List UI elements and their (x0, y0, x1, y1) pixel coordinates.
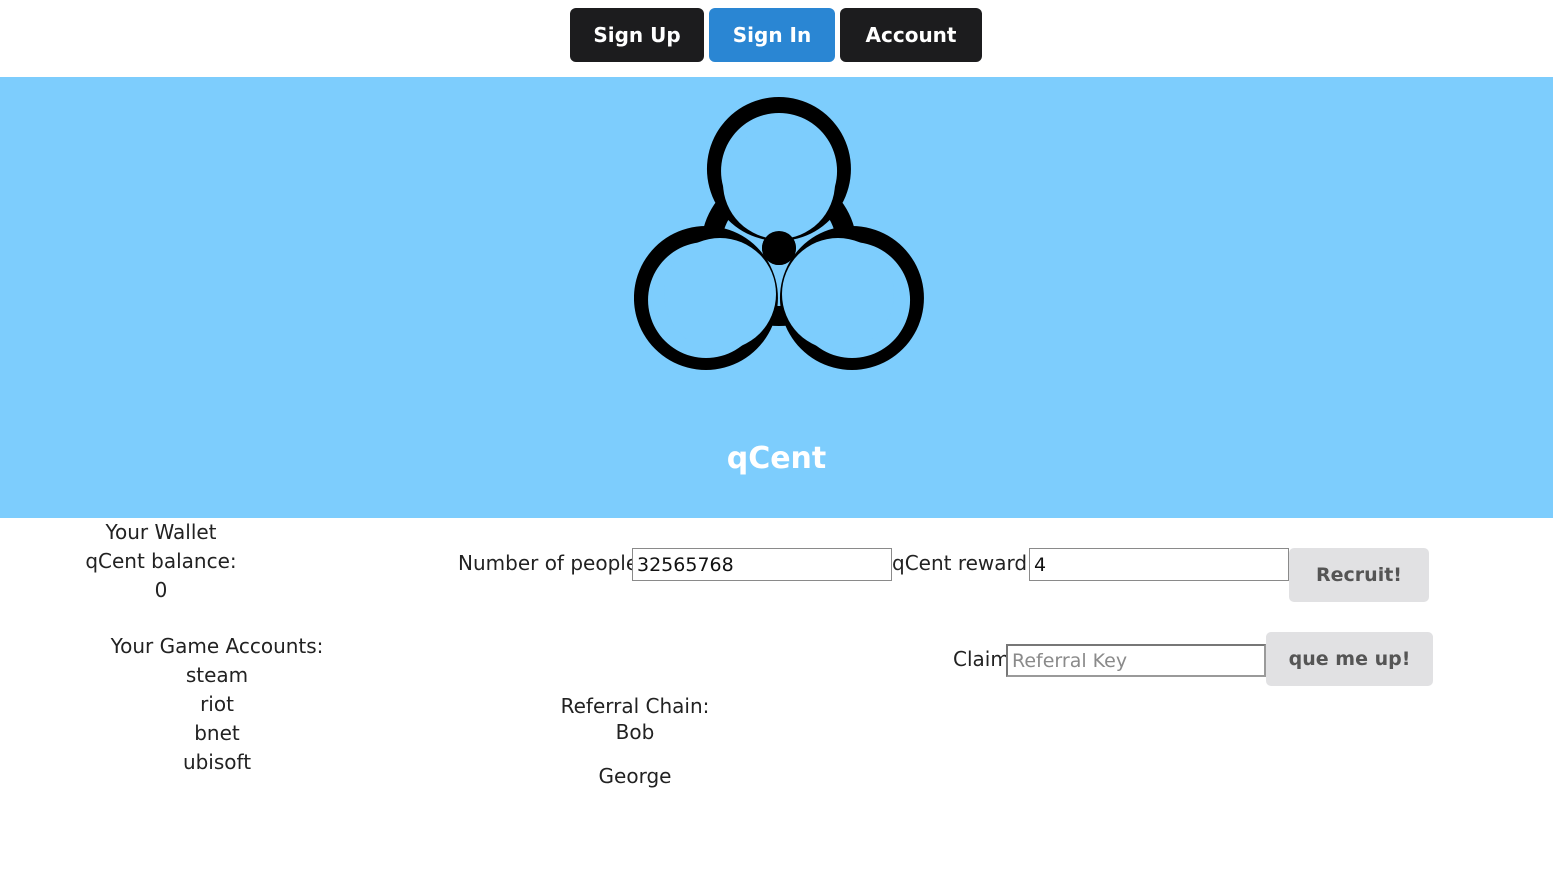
recruit-button[interactable]: Recruit! (1289, 548, 1429, 602)
top-nav: Sign Up Sign In Account (0, 0, 1553, 77)
referral-key-input[interactable]: Referral Key (1006, 644, 1266, 677)
referral-key-placeholder: Referral Key (1012, 649, 1128, 672)
queue-me-up-button[interactable]: que me up! (1266, 632, 1433, 686)
game-accounts-title: Your Game Accounts: (110, 634, 324, 658)
account-button[interactable]: Account (840, 8, 982, 62)
reward-input[interactable]: 4 (1029, 548, 1289, 581)
claim-label: Claim (953, 647, 1010, 671)
sign-up-button[interactable]: Sign Up (570, 8, 704, 62)
people-input[interactable]: 32565768 (632, 548, 892, 581)
balance-value: 0 (154, 578, 168, 602)
referral-chain-title: Referral Chain: (560, 694, 710, 718)
hero-title: qCent (726, 441, 827, 476)
game-account-item: riot (200, 692, 234, 716)
wallet-title: Your Wallet (105, 520, 217, 544)
game-account-item: bnet (194, 721, 240, 745)
game-account-item: ubisoft (182, 750, 252, 774)
balance-label: qCent balance: (85, 549, 237, 573)
game-account-item: steam (185, 663, 249, 687)
referral-chain-item: George (598, 764, 672, 788)
biohazard-icon (634, 97, 924, 370)
referral-chain-item: Bob (615, 720, 655, 744)
sign-in-button[interactable]: Sign In (709, 8, 835, 62)
people-label: Number of people: (458, 551, 645, 575)
hero-banner: qCent (0, 77, 1553, 518)
reward-label: qCent reward: (892, 551, 1034, 575)
